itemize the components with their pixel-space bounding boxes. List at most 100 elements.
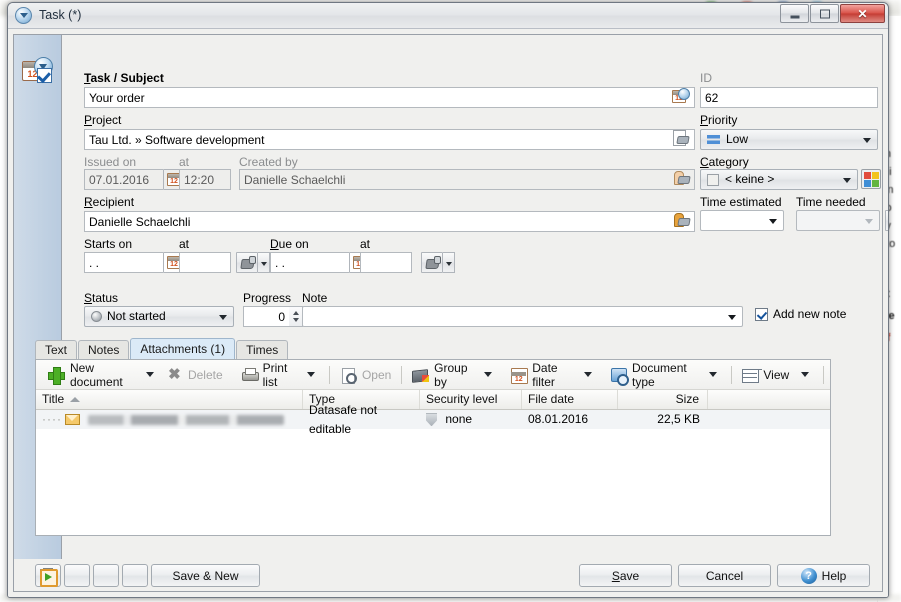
starts-on-quickpick[interactable] <box>236 252 270 273</box>
tab-text[interactable]: Text <box>35 340 77 360</box>
starts-at-input[interactable] <box>179 252 231 273</box>
category-color-button[interactable] <box>861 169 881 189</box>
due-on-hand-icon[interactable] <box>421 252 443 273</box>
category-swatch <box>707 174 719 186</box>
progress-input[interactable] <box>243 306 289 327</box>
time-needed-label: Time needed <box>796 195 866 209</box>
created-by-input[interactable] <box>239 169 695 190</box>
progress-stepper[interactable] <box>289 306 303 327</box>
add-new-note-checkbox[interactable]: Add new note <box>755 307 846 321</box>
document-type-caret-icon[interactable] <box>709 372 717 377</box>
chevron-down-icon[interactable] <box>258 252 270 273</box>
priority-value: Low <box>726 132 748 146</box>
created-by-label: Created by <box>239 155 298 169</box>
delete-x-icon: ✖ <box>166 367 183 383</box>
category-combo[interactable]: < keine > <box>700 169 858 190</box>
priority-combo[interactable]: Low <box>700 129 878 150</box>
issued-at-input[interactable] <box>179 169 231 190</box>
mail-attachment-icon <box>65 414 80 425</box>
time-picker-icon[interactable] <box>885 210 889 231</box>
priority-label: Priority <box>700 113 737 127</box>
tab-attachments[interactable]: Attachments (1) <box>130 338 235 360</box>
close-button[interactable]: ✕ <box>840 4 885 23</box>
cancel-button[interactable]: Cancel <box>678 564 771 587</box>
status-combo[interactable]: Not started <box>84 306 234 327</box>
time-estimated-label: Time estimated <box>700 195 782 209</box>
save-and-close-button[interactable] <box>122 564 148 587</box>
column-header-file-date[interactable]: File date <box>522 390 618 409</box>
due-at-label: at <box>360 237 370 251</box>
tab-notes[interactable]: Notes <box>78 340 129 360</box>
task-picker-icon[interactable]: 12 <box>672 87 694 108</box>
detail-tabs: Text Notes Attachments (1) Times <box>35 338 289 360</box>
issued-on-field[interactable]: 12 <box>84 169 185 190</box>
color-swatch-red <box>864 172 871 179</box>
project-input[interactable] <box>84 129 695 150</box>
document-type-button[interactable]: Document type <box>606 363 701 387</box>
color-swatch-green <box>872 180 879 187</box>
time-estimated-combo[interactable] <box>700 210 784 231</box>
table-row[interactable]: ···· Datasafe not editable none 08.01.20… <box>36 410 830 429</box>
due-on-input[interactable] <box>270 252 349 273</box>
window-controls: ✕ <box>779 4 885 23</box>
new-document-button[interactable]: New document <box>44 363 138 387</box>
due-on-field[interactable]: 12 <box>270 252 371 273</box>
user-picker-icon[interactable] <box>673 170 691 187</box>
stepper-down-icon[interactable] <box>293 318 299 322</box>
project-picker-icon[interactable] <box>673 130 691 147</box>
starts-on-hand-icon[interactable] <box>236 252 258 273</box>
id-input[interactable] <box>700 87 878 108</box>
priority-low-icon <box>707 135 720 144</box>
starts-on-field[interactable]: 12 <box>84 252 185 273</box>
column-header-title-label: Title <box>42 392 64 406</box>
progress-field[interactable] <box>243 306 303 327</box>
document-type-label: Document type <box>632 361 697 389</box>
issued-on-input[interactable] <box>84 169 163 190</box>
date-filter-caret-icon[interactable] <box>584 372 592 377</box>
stepper-up-icon[interactable] <box>293 311 299 315</box>
plus-icon <box>48 367 65 383</box>
cell-security-level-text: none <box>445 412 472 426</box>
new-document-caret-icon[interactable] <box>146 372 154 377</box>
run-button[interactable] <box>93 564 119 587</box>
open-label: Open <box>362 368 391 382</box>
starts-on-input[interactable] <box>84 252 163 273</box>
date-filter-button[interactable]: Date filter <box>506 363 576 387</box>
save-and-new-button[interactable]: Save & New <box>151 564 260 587</box>
add-new-note-label: Add new note <box>773 307 846 321</box>
recipient-picker-icon[interactable] <box>673 212 691 229</box>
cell-security-level: none <box>420 410 522 429</box>
maximize-button[interactable] <box>810 4 839 23</box>
open-document-icon <box>340 367 357 383</box>
help-button-label: Help <box>822 569 847 583</box>
view-button[interactable]: View <box>737 363 793 387</box>
table-header-row: Title Type Security level File date Size <box>36 390 830 410</box>
group-by-button[interactable]: Group by <box>408 363 476 387</box>
group-by-caret-icon[interactable] <box>484 372 492 377</box>
note-combo[interactable] <box>302 306 743 327</box>
cell-type: Datasafe not editable <box>303 401 420 439</box>
chevron-down-icon <box>843 178 851 183</box>
print-list-button[interactable]: Print list <box>237 363 299 387</box>
save-button[interactable]: Save <box>579 564 672 587</box>
save-icon-button[interactable] <box>64 564 90 587</box>
minimize-button[interactable] <box>780 4 809 23</box>
attachments-toolbar: New document ✖ Delete Print list Open <box>36 360 830 390</box>
chevron-down-icon <box>863 138 871 143</box>
cell-title[interactable]: ···· <box>36 410 303 429</box>
dialog-inner-frame: 12 Task / Subject 12 ID Project <box>13 34 883 592</box>
column-header-security-level[interactable]: Security level <box>420 390 522 409</box>
view-caret-icon[interactable] <box>801 372 809 377</box>
column-header-size[interactable]: Size <box>618 390 708 409</box>
tab-times[interactable]: Times <box>236 340 288 360</box>
issued-on-label: Issued on <box>84 155 136 169</box>
due-on-quickpick[interactable] <box>421 252 455 273</box>
help-button[interactable]: ? Help <box>777 564 870 587</box>
chevron-down-icon[interactable] <box>443 252 455 273</box>
column-header-title[interactable]: Title <box>36 390 303 409</box>
subject-input[interactable] <box>84 87 695 108</box>
recipient-input[interactable] <box>84 211 695 232</box>
print-list-caret-icon[interactable] <box>307 372 315 377</box>
title-bar[interactable]: Task (*) ✕ <box>8 3 888 29</box>
due-at-input[interactable] <box>360 252 412 273</box>
